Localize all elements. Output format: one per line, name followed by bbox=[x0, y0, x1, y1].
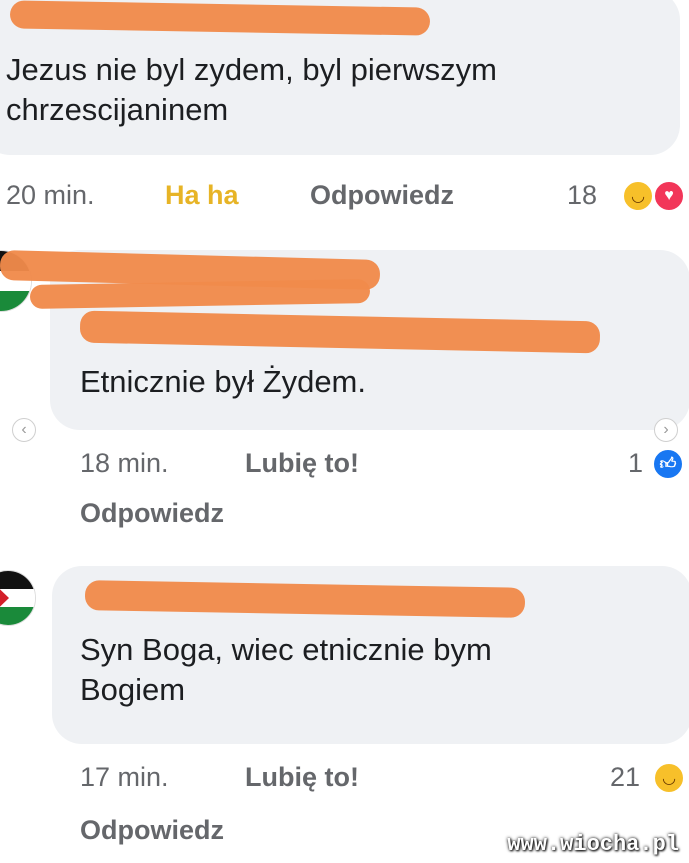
prev-arrow-icon[interactable]: ‹ bbox=[12, 418, 36, 442]
love-icon: ♥ bbox=[653, 180, 685, 212]
comment-time-2[interactable]: 18 min. bbox=[80, 448, 169, 479]
reaction-button-1[interactable]: Ha ha bbox=[165, 180, 239, 211]
reply-button-3[interactable]: Odpowiedz bbox=[80, 815, 224, 846]
reply-button-2[interactable]: Odpowiedz bbox=[80, 498, 224, 529]
reply-button-1[interactable]: Odpowiedz bbox=[310, 180, 454, 211]
comment-text-3: Syn Boga, wiec etnicznie bym Bogiem bbox=[80, 632, 492, 708]
like-button-2[interactable]: Lubię to! bbox=[245, 448, 359, 479]
comment-time-3[interactable]: 17 min. bbox=[80, 762, 169, 793]
comment-time-1[interactable]: 20 min. bbox=[6, 180, 95, 211]
watermark: www.wiocha.pl bbox=[507, 832, 679, 857]
haha-icon: ◡ bbox=[653, 762, 685, 794]
comment-text-1: Jezus nie byl zydem, byl pierwszym chrze… bbox=[6, 52, 497, 128]
next-arrow-icon[interactable]: › bbox=[654, 418, 678, 442]
reaction-count-3[interactable]: 21 bbox=[610, 762, 640, 793]
reaction-count-2[interactable]: 1 bbox=[628, 448, 643, 479]
avatar-3[interactable] bbox=[0, 570, 36, 626]
like-button-3[interactable]: Lubię to! bbox=[245, 762, 359, 793]
comment-text-2: Etnicznie był Żydem. bbox=[80, 364, 366, 399]
like-icon: 👍︎ bbox=[652, 448, 684, 480]
haha-icon: ◡ bbox=[622, 180, 654, 212]
reaction-count-1[interactable]: 18 bbox=[567, 180, 597, 211]
